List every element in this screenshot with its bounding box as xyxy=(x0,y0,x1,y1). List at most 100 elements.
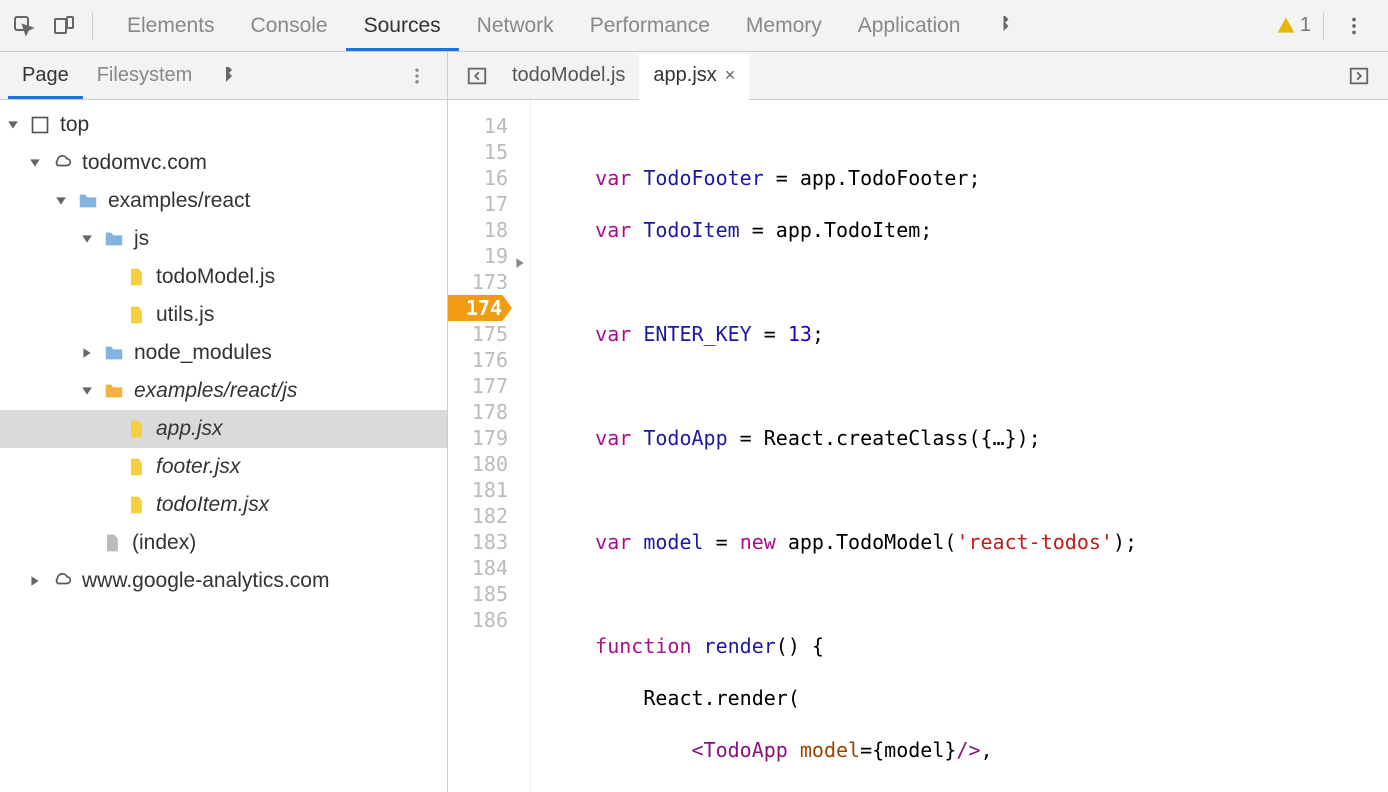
line-number[interactable]: 186 xyxy=(448,607,508,633)
line-number[interactable]: 181 xyxy=(448,477,508,503)
frame-icon xyxy=(28,113,52,137)
line-number[interactable]: 177 xyxy=(448,373,508,399)
line-number[interactable]: 182 xyxy=(448,503,508,529)
tree-label: app.jsx xyxy=(156,417,223,441)
warning-badge[interactable]: 1 xyxy=(1276,14,1311,37)
tree-item-folder-node[interactable]: node_modules xyxy=(0,334,447,372)
warning-count-value: 1 xyxy=(1300,14,1311,37)
tree-item-file[interactable]: todoModel.js xyxy=(0,258,447,296)
tab-console[interactable]: Console xyxy=(233,0,346,51)
line-number[interactable]: 176 xyxy=(448,347,508,373)
editor-tab-todomodel[interactable]: todoModel.js xyxy=(498,52,639,99)
tab-performance[interactable]: Performance xyxy=(572,0,728,51)
editor-tab-app[interactable]: app.jsx × xyxy=(639,53,749,100)
show-debugger-icon[interactable] xyxy=(1344,61,1374,91)
tree-item-domain-ga[interactable]: www.google-analytics.com xyxy=(0,562,447,600)
inspect-icon[interactable] xyxy=(6,8,42,44)
collapsed-arrow-icon xyxy=(28,574,42,588)
tree-item-index[interactable]: (index) xyxy=(0,524,447,562)
sidebar-tab-filesystem[interactable]: Filesystem xyxy=(83,52,207,99)
tree-item-folder[interactable]: examples/react xyxy=(0,182,447,220)
breakpoint-icon: 174 xyxy=(448,295,512,321)
tab-memory[interactable]: Memory xyxy=(728,0,840,51)
tree-label: todoModel.js xyxy=(156,265,275,289)
sidebar-kebab-icon[interactable] xyxy=(399,58,435,94)
tree-label: todomvc.com xyxy=(82,151,207,175)
panel-tabs: Elements Console Sources Network Perform… xyxy=(109,0,1276,51)
tree-item-file[interactable]: todoItem.jsx xyxy=(0,486,447,524)
tree-item-folder-overrides[interactable]: examples/react/js xyxy=(0,372,447,410)
tree-label: (index) xyxy=(132,531,196,555)
line-number[interactable]: 17 xyxy=(448,191,508,217)
editor-pane: todoModel.js app.jsx × 14 15 16 17 18 19… xyxy=(448,52,1388,792)
kebab-menu-icon[interactable] xyxy=(1336,8,1372,44)
file-icon xyxy=(124,303,148,327)
close-icon[interactable]: × xyxy=(725,65,736,86)
tree-label: examples/react xyxy=(108,189,250,213)
tree-label: examples/react/js xyxy=(134,379,297,403)
sources-sidebar: Page Filesystem top todomvc.com xyxy=(0,52,448,792)
line-number[interactable]: 14 xyxy=(448,113,508,139)
expand-arrow-icon xyxy=(6,118,20,132)
tree-item-folder-js[interactable]: js xyxy=(0,220,447,258)
collapsed-arrow-icon xyxy=(80,346,94,360)
code-content[interactable]: var TodoFooter = app.TodoFooter; var Tod… xyxy=(531,100,1388,792)
tree-item-top[interactable]: top xyxy=(0,106,447,144)
fold-arrow-icon[interactable] xyxy=(514,249,526,275)
expand-arrow-icon xyxy=(28,156,42,170)
editor-tab-label: app.jsx xyxy=(653,64,716,87)
breakpoint-line[interactable]: 174 xyxy=(448,295,508,321)
line-number[interactable]: 178 xyxy=(448,399,508,425)
editor-tabbar: todoModel.js app.jsx × xyxy=(448,52,1388,100)
devtools-toolbar: Elements Console Sources Network Perform… xyxy=(0,0,1388,52)
line-number[interactable]: 180 xyxy=(448,451,508,477)
tab-sources[interactable]: Sources xyxy=(346,0,459,51)
line-number[interactable]: 184 xyxy=(448,555,508,581)
line-number[interactable]: 18 xyxy=(448,217,508,243)
expand-arrow-icon xyxy=(80,384,94,398)
line-number[interactable]: 175 xyxy=(448,321,508,347)
tree-label: top xyxy=(60,113,89,137)
sidebar-tab-page[interactable]: Page xyxy=(8,52,83,99)
line-number[interactable]: 173 xyxy=(448,269,508,295)
tree-item-file-app[interactable]: app.jsx xyxy=(0,410,447,448)
tab-elements[interactable]: Elements xyxy=(109,0,233,51)
expand-arrow-icon xyxy=(54,194,68,208)
sidebar-tabs-overflow-icon[interactable] xyxy=(206,52,252,99)
toolbar-right: 1 xyxy=(1276,8,1382,44)
editor-tab-label: todoModel.js xyxy=(512,64,625,87)
editor-body[interactable]: 14 15 16 17 18 19 173 174 175 176 177 17… xyxy=(448,100,1388,792)
folder-icon xyxy=(102,227,126,251)
line-number[interactable]: 183 xyxy=(448,529,508,555)
tree-item-domain[interactable]: todomvc.com xyxy=(0,144,447,182)
device-toggle-icon[interactable] xyxy=(46,8,82,44)
tree-label: js xyxy=(134,227,149,251)
tree-label: www.google-analytics.com xyxy=(82,569,329,593)
cloud-icon xyxy=(50,151,74,175)
tree-label: todoItem.jsx xyxy=(156,493,269,517)
file-icon xyxy=(124,455,148,479)
folder-icon xyxy=(102,379,126,403)
tree-item-file[interactable]: utils.js xyxy=(0,296,447,334)
file-icon xyxy=(124,417,148,441)
line-number[interactable]: 16 xyxy=(448,165,508,191)
line-gutter[interactable]: 14 15 16 17 18 19 173 174 175 176 177 17… xyxy=(448,100,530,792)
line-number[interactable]: 19 xyxy=(448,243,508,269)
separator xyxy=(1323,12,1324,40)
folder-icon xyxy=(102,341,126,365)
line-number[interactable]: 185 xyxy=(448,581,508,607)
sidebar-tabs: Page Filesystem xyxy=(0,52,447,100)
content-area: Page Filesystem top todomvc.com xyxy=(0,52,1388,792)
line-number[interactable]: 179 xyxy=(448,425,508,451)
line-number[interactable]: 15 xyxy=(448,139,508,165)
tabs-overflow-icon[interactable] xyxy=(978,0,1034,51)
tab-network[interactable]: Network xyxy=(459,0,572,51)
tree-label: node_modules xyxy=(134,341,272,365)
folder-icon xyxy=(76,189,100,213)
show-navigator-icon[interactable] xyxy=(462,61,492,91)
expand-arrow-icon xyxy=(80,232,94,246)
file-icon xyxy=(124,493,148,517)
tab-application[interactable]: Application xyxy=(840,0,979,51)
tree-item-file[interactable]: footer.jsx xyxy=(0,448,447,486)
tree-label: utils.js xyxy=(156,303,214,327)
